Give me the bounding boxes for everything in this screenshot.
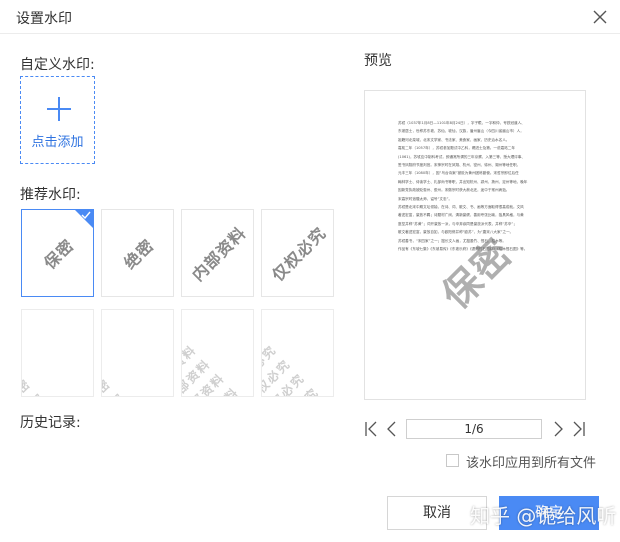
preview-doc-line: 签书凤翔府节度判官。宋神宗时在凤翔、杭州、密州、徐州、湖州等地任职。 bbox=[398, 163, 521, 168]
check-icon bbox=[81, 211, 91, 219]
tiled-pattern: 内部资料内部资料内部资料内部资料内部资料内部资料内部资料 bbox=[181, 328, 242, 397]
last-page-icon[interactable] bbox=[570, 420, 586, 438]
page-indicator[interactable]: 1/6 bbox=[406, 419, 542, 439]
plus-icon bbox=[47, 97, 71, 121]
preview-doc-line: (1061)，苏轼应中制科考试，即通常所谓的三年京察，入第三等，授大理评事、 bbox=[398, 154, 525, 159]
history-label: 历史记录: bbox=[20, 415, 81, 431]
watermark-option-juemi[interactable]: 绝密 bbox=[101, 209, 174, 297]
watermark-option-text: 仅权必究 bbox=[267, 223, 330, 285]
preview-doc-line: 苏轼（1037年1月8日—1101年8月24日），字子瞻，一字和仲，号铁冠道人、 bbox=[398, 121, 525, 125]
tiled-pattern: 绝密绝密绝密绝密绝密绝密绝密 bbox=[101, 376, 128, 397]
ok-button[interactable]: 确定 bbox=[499, 496, 599, 530]
title-bar: 设置水印 bbox=[0, 0, 620, 34]
preview-doc-line: 元丰三年（1080年），因“乌台诗案”被贬为黄州团练副使。宋哲宗即位后任 bbox=[398, 171, 519, 176]
preview-doc-line: 祖籍河北栾城，北宋文学家、书法家、美食家、画家，历史治水名人。 bbox=[398, 137, 510, 142]
preview-doc-line: 翰林学士、侍读学士、礼部尚书等职，并出知杭州、颍州、扬州、定州等地，晚年 bbox=[398, 179, 528, 184]
watermark-tiled-option-juemi[interactable]: 绝密绝密绝密绝密绝密绝密绝密 bbox=[101, 309, 174, 397]
preview-doc-line: 宋高宗时追赠太师，谥号“文忠”。 bbox=[398, 196, 453, 201]
preview-doc-line: 著述宏富，豪放不羁；诗题材广阔，清新豪健，善用夸张比喻，独具风格，与黄 bbox=[398, 213, 524, 218]
custom-watermark-label: 自定义水印: bbox=[20, 57, 95, 73]
watermark-option-neibuziliao[interactable]: 内部资料 bbox=[181, 209, 254, 297]
tiled-pattern: 保密保密保密保密保密保密保密 bbox=[21, 376, 48, 397]
preview-pager: 1/6 bbox=[364, 418, 586, 440]
add-custom-watermark-button[interactable]: 点击添加 bbox=[20, 76, 95, 164]
next-page-icon[interactable] bbox=[550, 420, 566, 438]
close-icon[interactable] bbox=[590, 7, 610, 27]
first-page-icon[interactable] bbox=[364, 420, 380, 438]
prev-page-icon[interactable] bbox=[384, 420, 400, 438]
watermark-option-text: 内部资料 bbox=[187, 223, 250, 285]
watermark-option-text: 保密 bbox=[39, 235, 78, 273]
watermark-tiled-option-baomi[interactable]: 保密保密保密保密保密保密保密 bbox=[21, 309, 94, 397]
preview-doc-line: 东坡居士，世称苏东坡、苏仙、坡仙，汉族，眉州眉山（今四川省眉山市）人， bbox=[398, 129, 524, 134]
dialog-title: 设置水印 bbox=[16, 11, 72, 27]
cancel-button[interactable]: 取消 bbox=[387, 496, 487, 530]
watermark-tiled-option-jinquanbijiu[interactable]: 仅权必究仅权必究仅权必究仅权必究仅权必究仅权必究仅权必究 bbox=[261, 309, 334, 397]
preview-doc-line: 苏轼是北宋中期文坛领袖，在诗、词、散文、书、画等方面取得很高成就。文风 bbox=[398, 205, 524, 210]
preview-pane: 苏轼（1037年1月8日—1101年8月24日），字子瞻，一字和仲，号铁冠道人、… bbox=[364, 90, 586, 400]
watermark-option-baomi[interactable]: 保密 bbox=[21, 209, 94, 297]
preview-doc-line: 因新党执政被贬惠州、儋州。宋徽宗时获大赦北还，途中于常州病逝。 bbox=[398, 188, 510, 193]
preview-label: 预览 bbox=[364, 53, 392, 69]
watermark-option-jinquanbijiu[interactable]: 仅权必究 bbox=[261, 209, 334, 297]
tiled-pattern: 仅权必究仅权必究仅权必究仅权必究仅权必究仅权必究仅权必究 bbox=[261, 328, 322, 397]
watermark-option-text: 绝密 bbox=[119, 235, 158, 273]
apply-all-label: 该水印应用到所有文件 bbox=[466, 456, 597, 471]
preview-doc-line: 嘉祐二年（1057年），苏轼参加殿试中乙科，赐进士及第。一说嘉祐二年 bbox=[398, 146, 515, 151]
add-label: 点击添加 bbox=[31, 135, 84, 150]
apply-all-checkbox[interactable] bbox=[446, 454, 459, 467]
recommended-watermark-label: 推荐水印: bbox=[20, 187, 81, 203]
watermark-tiled-option-neibuziliao[interactable]: 内部资料内部资料内部资料内部资料内部资料内部资料内部资料 bbox=[181, 309, 254, 397]
